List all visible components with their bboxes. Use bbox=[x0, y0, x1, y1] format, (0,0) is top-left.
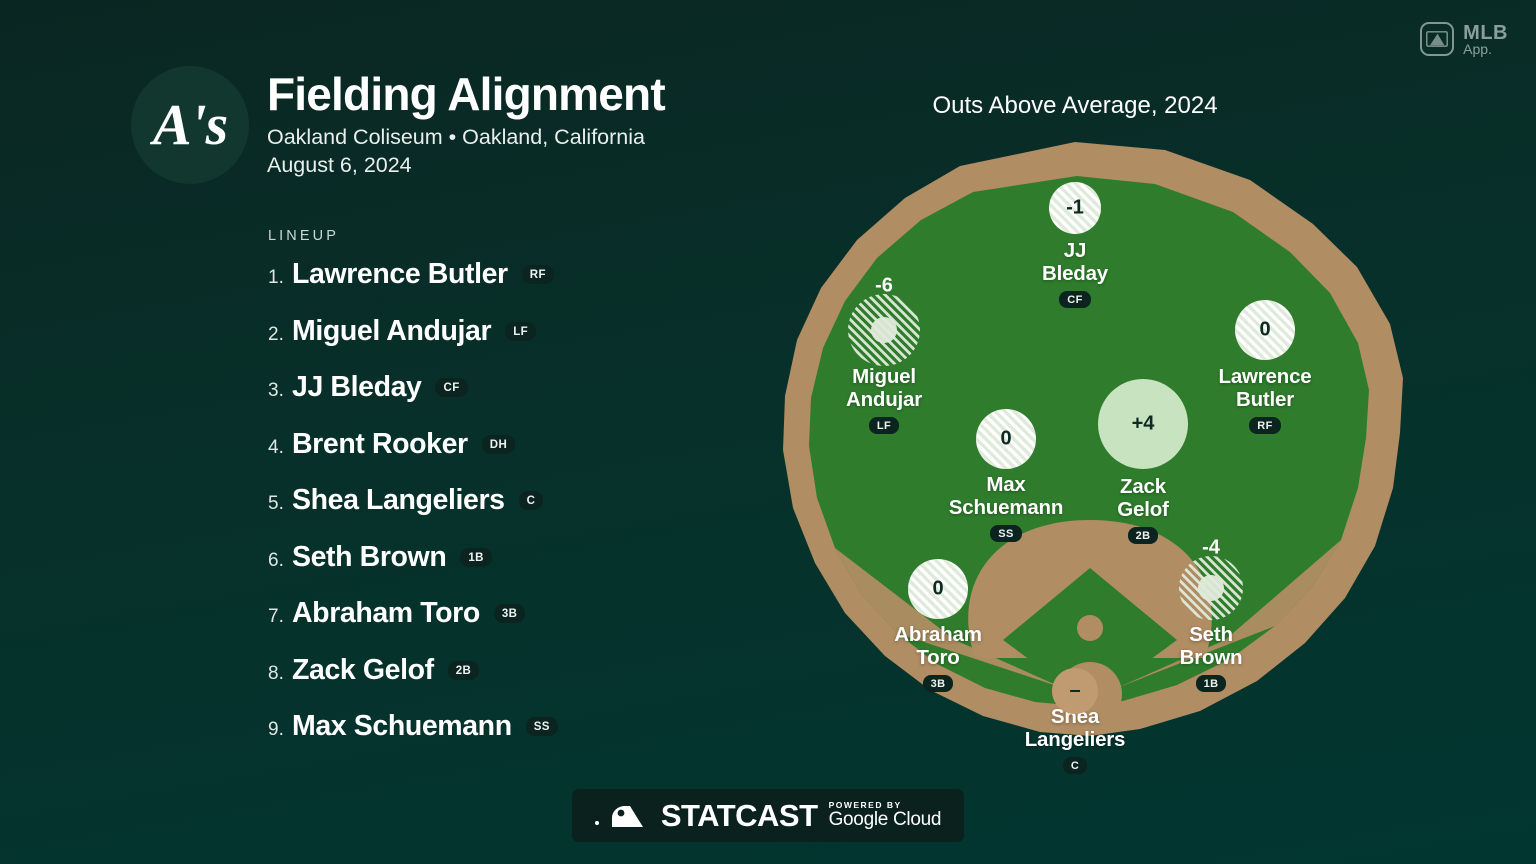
google-cloud-label: Google Cloud bbox=[828, 808, 942, 830]
lineup-list: 1. Lawrence Butler RF 2. Miguel Andujar LF 3. J… bbox=[268, 258, 688, 767]
fielder-name-line2: Butler bbox=[1235, 387, 1295, 411]
lineup-order-number: 9. bbox=[268, 719, 284, 740]
lineup-player-name: Lawrence Butler bbox=[292, 258, 508, 290]
field-diagram: -1 JJ Bleday CF -6 Miguel Andujar LF 0 Lawrence Bu… bbox=[745, 128, 1435, 788]
marker-core bbox=[871, 317, 897, 343]
fielder-oaa-value: 0 bbox=[932, 577, 944, 600]
lineup-position-badge: LF bbox=[505, 321, 537, 341]
fielder-oaa-value: -1 bbox=[1066, 196, 1084, 219]
fielder-1b[interactable]: -4 Seth Brown 1B bbox=[1121, 537, 1301, 693]
mlb-app-logo: MLB App. bbox=[1420, 22, 1508, 56]
lineup-order-number: 7. bbox=[268, 606, 284, 627]
fielder-lf[interactable]: -6 Miguel Andujar LF bbox=[794, 275, 974, 435]
lineup-player-name: Seth Brown bbox=[292, 540, 447, 573]
fielder-position-badge: LF bbox=[868, 417, 900, 435]
fielder-3b[interactable]: 0 Abraham Toro 3B bbox=[848, 559, 1028, 693]
google-cloud-credit: POWERED BY Google Cloud bbox=[829, 801, 942, 830]
fielder-oaa-value: 0 bbox=[1000, 427, 1012, 450]
pitchers-mound bbox=[1077, 615, 1103, 641]
statcast-footer: STATCAST POWERED BY Google Cloud bbox=[572, 789, 964, 842]
lineup-position-badge: 2B bbox=[447, 660, 480, 680]
lineup-position-badge: 3B bbox=[493, 604, 526, 623]
lineup-row[interactable]: 8. Zack Gelof 2B bbox=[268, 654, 688, 711]
lineup-order-number: 4. bbox=[268, 436, 284, 458]
lineup-order-number: 6. bbox=[268, 549, 284, 571]
lineup-position-badge: 1B bbox=[460, 547, 492, 567]
lineup-player-name: Max Schuemann bbox=[292, 710, 512, 742]
fielder-position-badge: 1B bbox=[1195, 675, 1227, 693]
lineup-row[interactable]: 2. Miguel Andujar LF bbox=[268, 315, 688, 372]
lineup-player-name: Abraham Toro bbox=[292, 597, 480, 629]
statcast-dot-icon bbox=[594, 821, 599, 825]
fielder-name-line1: Zack bbox=[1120, 475, 1166, 498]
fielder-oaa-value: -6 bbox=[875, 274, 893, 297]
fielder-name-line2: Brown bbox=[1179, 645, 1243, 669]
lineup-row[interactable]: 4. Brent Rooker DH bbox=[268, 428, 688, 485]
fielder-name-line2: Bleday bbox=[1041, 261, 1109, 285]
team-logo-text: A's bbox=[152, 92, 228, 157]
lineup-position-badge: C bbox=[518, 491, 544, 510]
fielder-name-line1: Abraham bbox=[894, 623, 982, 646]
lineup-position-badge: CF bbox=[435, 378, 468, 397]
lineup-order-number: 2. bbox=[268, 323, 284, 345]
lineup-player-name: JJ Bleday bbox=[292, 371, 422, 403]
lineup-order-number: 1. bbox=[268, 267, 284, 288]
lineup-row[interactable]: 6. Seth Brown 1B bbox=[268, 541, 688, 598]
lineup-row[interactable]: 3. JJ Bleday CF bbox=[268, 371, 688, 428]
fielder-name-line1: Lawrence bbox=[1218, 365, 1312, 388]
mlb-app-wordmark: MLB bbox=[1463, 21, 1508, 44]
lineup-player-name: Zack Gelof bbox=[292, 653, 434, 686]
fielder-oaa-value: +4 bbox=[1131, 412, 1155, 435]
lineup-position-badge: SS bbox=[525, 717, 558, 736]
fielder-position-badge: C bbox=[1062, 757, 1088, 775]
statcast-radar-icon bbox=[611, 805, 643, 827]
lineup-row[interactable]: 1. Lawrence Butler RF bbox=[268, 258, 688, 315]
lineup-row[interactable]: 5. Shea Langeliers C bbox=[268, 484, 688, 541]
fielder-position-badge: RF bbox=[1249, 417, 1281, 435]
fielder-oaa-value: – bbox=[1069, 679, 1081, 702]
fielder-name-line1: Miguel bbox=[852, 365, 916, 388]
lineup-row[interactable]: 9. Max Schuemann SS bbox=[268, 710, 688, 767]
fielder-position-badge: CF bbox=[1059, 291, 1091, 309]
fielder-c[interactable]: – Shea Langeliers C bbox=[985, 668, 1165, 775]
lineup-player-name: Shea Langeliers bbox=[292, 484, 505, 516]
lineup-player-name: Brent Rooker bbox=[292, 427, 468, 460]
fielder-name-line1: JJ bbox=[1063, 239, 1087, 262]
fielder-name-line1: Seth bbox=[1189, 623, 1233, 646]
fielder-name-line2: Andujar bbox=[845, 387, 923, 411]
fielder-name-line2: Gelof bbox=[1117, 497, 1169, 521]
team-logo: A's bbox=[131, 66, 249, 184]
lineup-player-name: Miguel Andujar bbox=[292, 314, 492, 347]
lineup-position-badge: DH bbox=[481, 434, 516, 454]
fielder-rf[interactable]: 0 Lawrence Butler RF bbox=[1175, 300, 1355, 435]
field-chart-title: Outs Above Average, 2024 bbox=[932, 92, 1218, 119]
lineup-order-number: 3. bbox=[268, 380, 284, 401]
lineup-order-number: 8. bbox=[268, 662, 284, 684]
mlb-batter-icon bbox=[1420, 22, 1455, 56]
fielder-position-badge: 2B bbox=[1127, 527, 1159, 545]
fielder-2b[interactable]: +4 Zack Gelof 2B bbox=[1053, 379, 1233, 545]
fielder-position-badge: SS bbox=[990, 525, 1022, 543]
fielder-name-line2: Langeliers bbox=[1024, 727, 1126, 751]
fielder-cf[interactable]: -1 JJ Bleday CF bbox=[985, 182, 1165, 309]
fielder-oaa-value: 0 bbox=[1259, 318, 1271, 341]
lineup-order-number: 5. bbox=[268, 493, 284, 514]
fielder-name-line2: Toro bbox=[916, 645, 960, 669]
mlb-app-subtext: App. bbox=[1463, 40, 1492, 57]
fielder-oaa-value: -4 bbox=[1202, 536, 1220, 559]
lineup-section-label: LINEUP bbox=[268, 228, 339, 244]
lineup-position-badge: RF bbox=[521, 265, 554, 284]
marker-core bbox=[1198, 575, 1224, 601]
statcast-wordmark: STATCAST bbox=[660, 797, 818, 833]
fielder-position-badge: 3B bbox=[922, 675, 954, 693]
lineup-row[interactable]: 7. Abraham Toro 3B bbox=[268, 597, 688, 654]
